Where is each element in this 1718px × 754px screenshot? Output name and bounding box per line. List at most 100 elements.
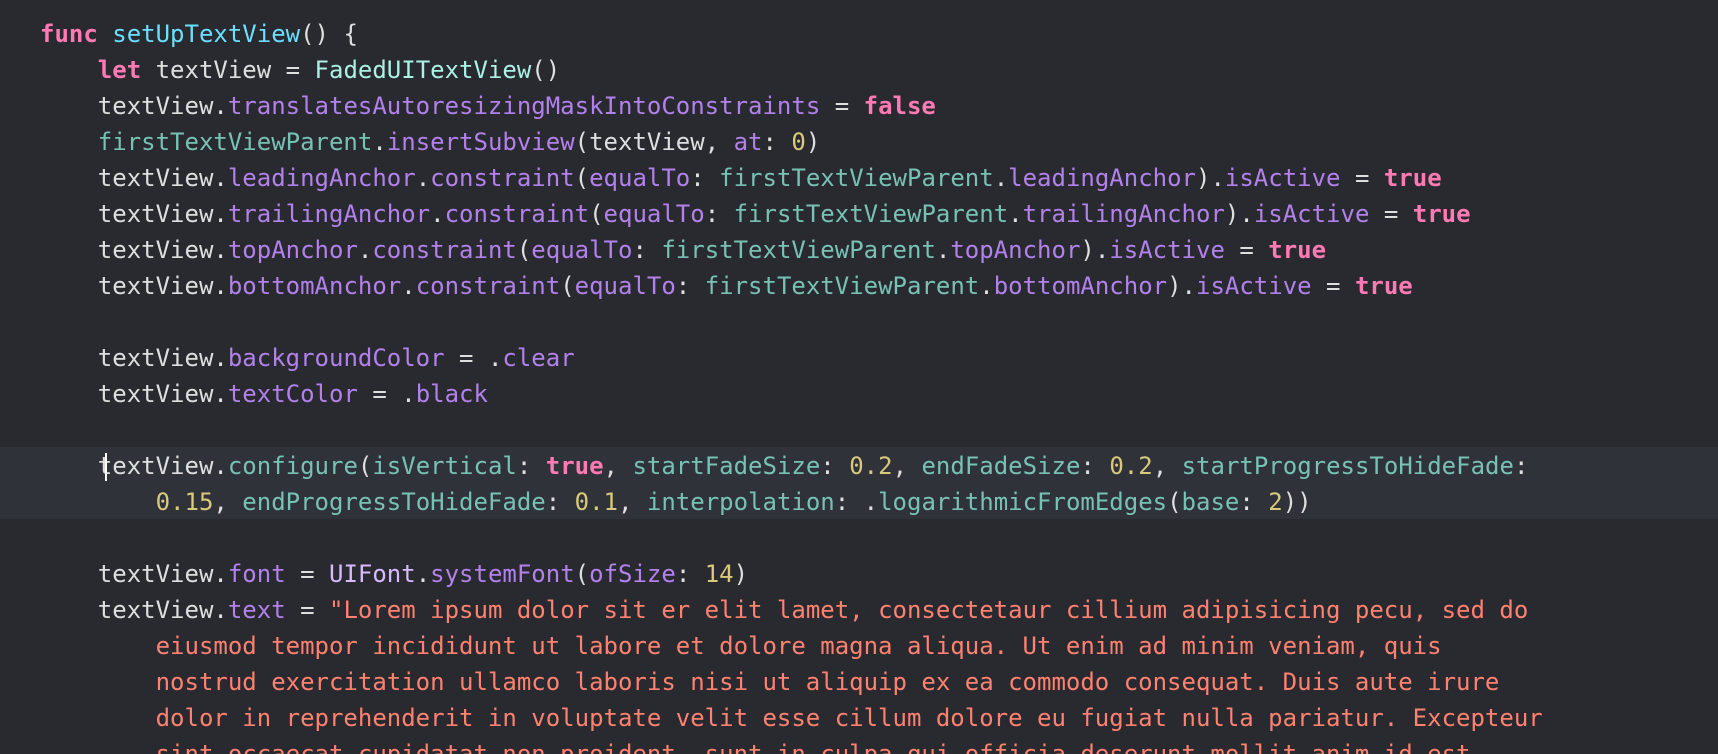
code-token: textView. (40, 272, 228, 300)
code-token: , (1152, 452, 1182, 480)
code-token: . (372, 128, 387, 156)
code-token: textView. (40, 596, 228, 624)
code-token: true (1268, 236, 1327, 264)
code-token: textView. (40, 344, 228, 372)
code-token: true (1383, 164, 1442, 192)
code-token: firstTextViewParent (719, 164, 994, 192)
code-token: . (415, 560, 431, 588)
code-token: textView. (40, 236, 228, 264)
code-line[interactable] (40, 304, 1718, 340)
code-token: ( (574, 164, 590, 192)
code-line[interactable]: textView.backgroundColor = .clear (40, 340, 1718, 376)
code-token: : (675, 560, 705, 588)
code-token: nostrud exercitation ullamco laboris nis… (155, 668, 1500, 696)
code-token: true (1412, 200, 1471, 228)
code-line[interactable]: textView.leadingAnchor.constraint(equalT… (40, 160, 1718, 196)
code-token: : (545, 488, 575, 516)
code-token: interpolation (646, 488, 835, 516)
code-token: . (993, 164, 1009, 192)
code-token: trailingAnchor (1022, 200, 1225, 228)
code-token: ( (574, 560, 590, 588)
code-token: isActive (1253, 200, 1370, 228)
code-token: textView. (40, 92, 228, 120)
code-line[interactable]: textView.textColor = .black (40, 376, 1718, 412)
code-token: 0.2 (1109, 452, 1153, 480)
code-token: = (285, 596, 329, 624)
code-token: textView. (40, 452, 228, 480)
code-token: = . (357, 380, 416, 408)
code-line[interactable]: textView.font = UIFont.systemFont(ofSize… (40, 556, 1718, 592)
code-token: isActive (1109, 236, 1225, 264)
code-token: topAnchor (227, 236, 358, 264)
code-line[interactable]: firstTextViewParent.insertSubview(textVi… (40, 124, 1718, 160)
code-token: ). (1224, 200, 1254, 228)
code-token: topAnchor (950, 236, 1081, 264)
code-token: trailingAnchor (227, 200, 431, 228)
code-token: ) (805, 128, 821, 156)
code-token: = . (444, 344, 503, 372)
code-line[interactable]: sint occaecat cupidatat non proident, su… (40, 736, 1718, 754)
code-token: () { (300, 20, 358, 48)
code-token: : (1513, 452, 1529, 480)
code-line[interactable]: textView.trailingAnchor.constraint(equal… (40, 196, 1718, 232)
code-token: startProgressToHideFade (1181, 452, 1514, 480)
code-line[interactable]: let textView = FadedUITextView() (40, 52, 1718, 88)
code-token: configure (227, 452, 358, 480)
code-token: : (632, 236, 662, 264)
code-line[interactable]: func setUpTextView() { (40, 16, 1718, 52)
code-line[interactable]: eiusmod tempor incididunt ut labore et d… (40, 628, 1718, 664)
code-token: . (357, 236, 373, 264)
code-token: base (1181, 488, 1240, 516)
code-token: = (285, 560, 329, 588)
code-token: endFadeSize (921, 452, 1081, 480)
code-token: = (1224, 236, 1269, 264)
code-token: font (227, 560, 286, 588)
code-token: textView. (40, 560, 228, 588)
code-line[interactable]: textView.bottomAnchor.constraint(equalTo… (40, 268, 1718, 304)
code-token: () (531, 56, 561, 84)
code-token: equalTo (531, 236, 633, 264)
code-token: ( (357, 452, 373, 480)
code-token: leadingAnchor (1008, 164, 1196, 192)
code-token: false (863, 92, 936, 120)
code-token: black (415, 380, 488, 408)
code-line[interactable]: textView.topAnchor.constraint(equalTo: f… (40, 232, 1718, 268)
code-token: = (1340, 164, 1384, 192)
code-token: sint occaecat cupidatat non proident, su… (155, 740, 1471, 754)
code-token: 2 (1268, 488, 1283, 516)
code-token: textColor (227, 380, 358, 408)
code-token: UIFont (329, 560, 416, 588)
code-editor[interactable]: func setUpTextView() { let textView = Fa… (0, 0, 1718, 754)
code-token: ( (589, 200, 604, 228)
code-line[interactable]: textView.configure(isVertical: true, sta… (40, 448, 1718, 484)
code-token: textView. (40, 380, 228, 408)
code-token: endProgressToHideFade (242, 488, 546, 516)
code-token: = (1369, 200, 1413, 228)
code-token: clear (502, 344, 575, 372)
code-token: 0.1 (574, 488, 618, 516)
code-token: : (1080, 452, 1110, 480)
code-token: (textView, (574, 128, 734, 156)
code-token: : . (834, 488, 879, 516)
code-line[interactable]: dolor in reprehenderit in voluptate veli… (40, 700, 1718, 736)
code-token: , (618, 488, 647, 516)
code-token: : (762, 128, 792, 156)
code-token: backgroundColor (227, 344, 445, 372)
code-token: constraint (444, 200, 590, 228)
code-line[interactable]: textView.translatesAutoresizingMaskIntoC… (40, 88, 1718, 124)
code-token: . (401, 272, 416, 300)
code-token: ( (560, 272, 575, 300)
code-token: "Lorem ipsum dolor sit er elit lamet, co… (329, 596, 1529, 624)
code-line[interactable] (40, 520, 1718, 556)
code-line[interactable]: nostrud exercitation ullamco laboris nis… (40, 664, 1718, 700)
code-token: . (430, 200, 445, 228)
code-line[interactable]: textView.text = "Lorem ipsum dolor sit e… (40, 592, 1718, 628)
code-line[interactable]: 0.15, endProgressToHideFade: 0.1, interp… (40, 484, 1718, 520)
code-token: constraint (372, 236, 517, 264)
code-token: firstTextViewParent (97, 128, 373, 156)
code-line[interactable] (40, 412, 1718, 448)
code-token: func (40, 20, 98, 48)
